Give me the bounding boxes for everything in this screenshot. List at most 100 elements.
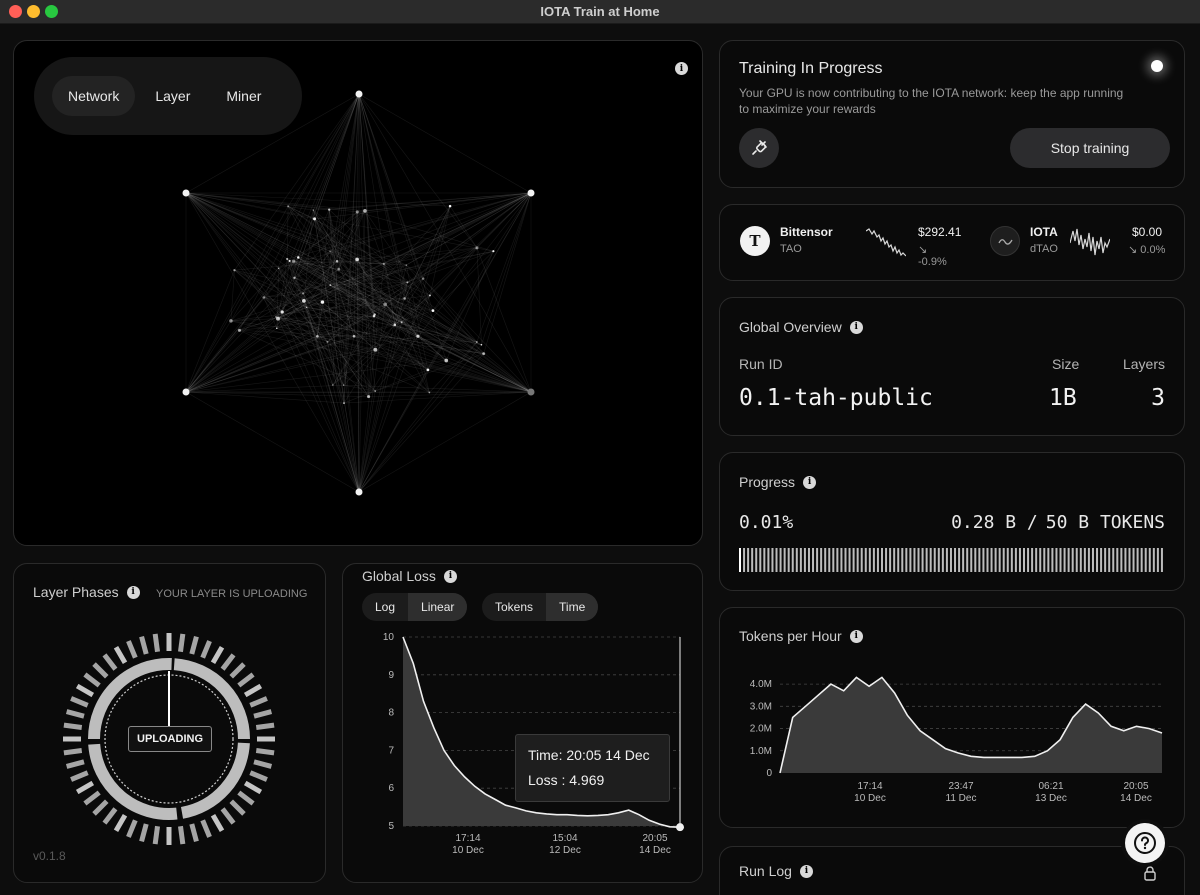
status-light	[1151, 60, 1163, 72]
layer-status-caption: YOUR LAYER IS UPLOADING	[156, 588, 308, 600]
loss-cursor-point[interactable]	[676, 823, 684, 832]
x-tick-time: 20:05	[1123, 781, 1148, 792]
training-subtitle-line1: Your GPU is now contributing to the IOTA…	[739, 86, 1124, 100]
uploading-badge: UPLOADING	[128, 726, 212, 752]
y-tick-label: 4.0M	[750, 679, 772, 690]
ticker-change: ↘ -0.9%	[918, 244, 947, 268]
global-overview-title: Global Overview	[739, 319, 842, 335]
info-icon[interactable]: i	[443, 569, 457, 583]
tab-network[interactable]: Network	[52, 76, 136, 116]
tao-sparkline	[866, 228, 906, 257]
tooltip-time: Time: 20:05 14 Dec	[528, 747, 650, 763]
y-tick-label: 9	[388, 670, 394, 681]
x-tick-time: 15:04	[552, 833, 577, 844]
ticker-price: $292.41	[918, 225, 962, 239]
info-icon[interactable]: i	[799, 864, 813, 878]
x-tick-date: 10 Dec	[854, 793, 886, 804]
tokens-per-hour-chart: 4.0M 3.0M 2.0M 1.0M 0 17:1410 Dec 23:4711 Dec 0…	[750, 676, 1163, 804]
run-log-panel: Run Log i	[719, 846, 1185, 895]
ticker-price: $0.00	[1132, 225, 1163, 239]
window-titlebar: IOTA Train at Home	[0, 0, 1200, 24]
progress-bar	[739, 548, 1163, 572]
run-log-title: Run Log	[739, 863, 792, 879]
tooltip-loss: Loss : 4.969	[528, 772, 605, 788]
tao-logo-icon: T	[740, 226, 770, 256]
info-icon[interactable]: i	[803, 475, 817, 489]
run-id-label: Run ID	[739, 356, 783, 372]
ticker-bittensor[interactable]: T Bittensor TAO $292.41 ↘ -0.9%	[740, 225, 961, 268]
size-label: Size	[1052, 356, 1080, 372]
tokens-per-hour-panel: Tokens per Hour i 4.0M 3.0M 2.0M 1.0M 0 17:14…	[719, 607, 1185, 828]
view-switcher: Network Layer Miner	[34, 57, 302, 135]
x-tick-date: 14 Dec	[639, 845, 671, 856]
tab-log[interactable]: Log	[362, 593, 408, 621]
plug-icon	[752, 140, 767, 155]
info-icon[interactable]: i	[849, 629, 863, 643]
global-overview-panel: Global Overview i Run ID Size Layers 0.1…	[719, 297, 1185, 436]
help-button[interactable]	[1125, 823, 1165, 863]
tokens-done: 0.28 B /	[951, 512, 1038, 533]
training-subtitle-line2: to maximize your rewards	[739, 102, 876, 116]
tab-miner[interactable]: Miner	[210, 76, 277, 116]
ticker-symbol: TAO	[780, 243, 802, 255]
x-tick-time: 17:14	[857, 781, 882, 792]
y-tick-label: 2.0M	[750, 724, 772, 735]
iota-logo-icon	[990, 226, 1020, 256]
lock-icon[interactable]	[1143, 865, 1157, 881]
progress-percent: 0.01%	[739, 512, 794, 533]
loss-tooltip: Time: 20:05 14 Dec Loss : 4.969	[515, 734, 670, 802]
tab-tokens[interactable]: Tokens	[482, 593, 546, 621]
info-icon[interactable]: i	[675, 62, 688, 75]
x-tick-date: 13 Dec	[1035, 793, 1067, 804]
ticker-iota[interactable]: IOTA dTAO $0.00 ↘ 0.0%	[990, 225, 1170, 265]
scale-toggle: Log Linear	[362, 593, 468, 621]
tab-layer[interactable]: Layer	[139, 76, 206, 116]
question-icon	[1134, 832, 1156, 854]
tokens-total: 50 B TOKENS	[1045, 512, 1165, 533]
y-tick-label: 6	[388, 783, 394, 794]
x-tick-date: 14 Dec	[1120, 793, 1152, 804]
layers-label: Layers	[1122, 356, 1165, 372]
size-value: 1B	[1049, 385, 1077, 411]
y-tick-label: 10	[383, 632, 395, 643]
tph-area	[780, 677, 1162, 773]
x-tick-date: 11 Dec	[946, 793, 977, 804]
y-tick-label: 5	[388, 821, 394, 832]
x-tick-time: 23:47	[948, 781, 973, 792]
tab-time[interactable]: Time	[546, 593, 599, 621]
ticker-symbol: dTAO	[1030, 243, 1058, 255]
y-tick-label: 0	[766, 768, 772, 779]
layer-phases-panel: Layer Phases i YOUR LAYER IS UPLOADING U…	[13, 563, 326, 883]
plug-button[interactable]	[739, 128, 779, 168]
progress-title: Progress	[739, 474, 796, 490]
global-loss-panel: Global Loss i Log Linear Tokens Time 10 9 8 7…	[342, 563, 703, 883]
axis-toggle: Tokens Time	[482, 593, 599, 621]
app-version: v0.1.8	[33, 849, 66, 863]
x-tick-time: 17:14	[455, 833, 480, 844]
ticker-change: ↘ 0.0%	[1128, 244, 1166, 256]
y-tick-label: 3.0M	[750, 701, 772, 712]
info-icon[interactable]: i	[126, 585, 140, 599]
y-tick-label: 1.0M	[750, 746, 772, 757]
x-tick-date: 10 Dec	[452, 845, 484, 856]
iota-sparkline	[1070, 228, 1110, 256]
x-tick-time: 20:05	[642, 833, 667, 844]
global-loss-title: Global Loss	[362, 568, 436, 584]
layer-phases-title: Layer Phases	[33, 584, 119, 600]
window-title: IOTA Train at Home	[540, 4, 660, 19]
info-icon[interactable]: i	[849, 320, 863, 334]
tickers-panel: T Bittensor TAO $292.41 ↘ -0.9% IOTA dTA…	[719, 204, 1185, 281]
x-tick-time: 06:21	[1038, 781, 1063, 792]
ticker-name: Bittensor	[780, 225, 833, 239]
progress-panel: Progress i 0.01% 0.28 B / 50 B TOKENS	[719, 452, 1185, 591]
x-tick-date: 12 Dec	[549, 845, 581, 856]
ticker-name: IOTA	[1030, 225, 1058, 239]
training-title: Training In Progress	[739, 60, 883, 77]
training-panel: Training In Progress Your GPU is now con…	[719, 40, 1185, 188]
y-tick-label: 8	[388, 708, 394, 719]
stop-training-button[interactable]: Stop training	[1010, 128, 1170, 168]
layers-value: 3	[1151, 385, 1165, 411]
tokens-per-hour-title: Tokens per Hour	[739, 628, 842, 644]
tab-linear[interactable]: Linear	[408, 593, 468, 621]
y-tick-label: 7	[388, 745, 394, 756]
